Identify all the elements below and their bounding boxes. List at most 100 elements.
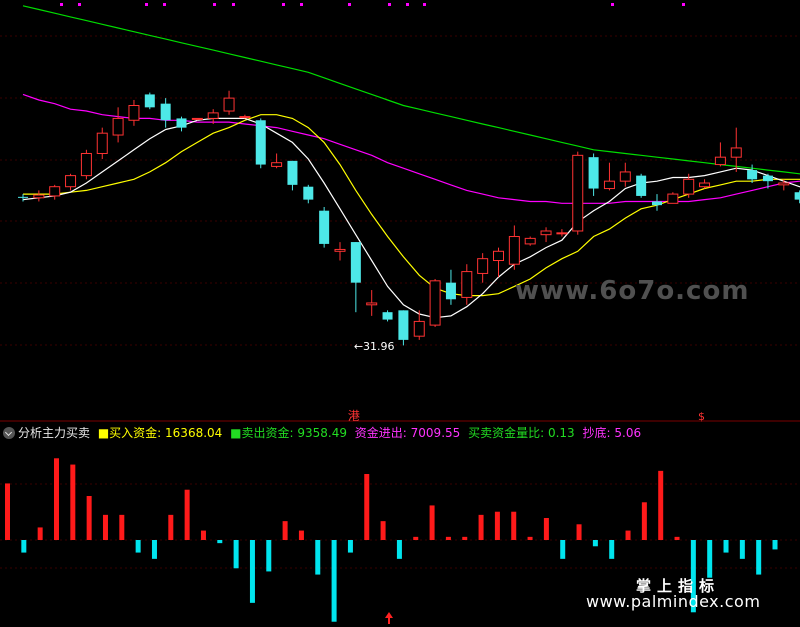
flow-bar — [674, 536, 680, 540]
legend-fund-flow: 资金进出: 7009.55 — [354, 426, 461, 440]
flow-bar — [445, 536, 451, 540]
flow-bar — [641, 502, 647, 540]
flow-bar — [282, 521, 288, 540]
flow-bar — [543, 518, 549, 540]
collapse-chevron-icon[interactable] — [3, 427, 15, 439]
candle-body — [49, 186, 61, 197]
up-arrow-icon — [385, 612, 393, 624]
candle-body — [730, 147, 742, 158]
watermark-6o7o: www.6o7o.com — [515, 276, 750, 306]
flow-bar — [739, 540, 745, 559]
signal-dot — [611, 3, 614, 6]
flow-bar — [37, 527, 43, 540]
flow-bar — [576, 524, 582, 540]
flow-bar — [413, 536, 419, 540]
flow-bar — [298, 530, 304, 540]
signal-dot — [282, 3, 285, 6]
flow-bar — [21, 540, 27, 553]
flow-bar — [53, 458, 59, 540]
flow-bar — [772, 540, 778, 550]
candle-body — [350, 242, 361, 283]
candle-body — [445, 282, 456, 300]
candle-body — [319, 210, 330, 244]
flow-bar — [494, 511, 500, 540]
legend-bottom-fishing: 抄底: 5.06 — [582, 426, 642, 440]
candle-body — [540, 230, 552, 236]
chart-canvas: ←31.96 港 $ — [0, 3, 800, 624]
candle-body — [128, 105, 140, 121]
signal-dot — [163, 3, 166, 6]
candle-body — [334, 248, 346, 252]
candle-body — [667, 193, 679, 204]
candle-body — [762, 175, 773, 182]
flow-bar — [478, 514, 484, 540]
candle-body — [65, 175, 77, 188]
candle-body — [477, 258, 489, 274]
flow-bar — [380, 521, 386, 540]
flow-bar — [184, 489, 190, 540]
marker-dollar: $ — [698, 410, 705, 423]
candle-body — [493, 250, 504, 262]
flow-bar — [723, 540, 729, 553]
candle-body — [778, 182, 790, 186]
signal-dot — [213, 3, 216, 6]
signal-dot — [423, 3, 426, 6]
candle-body — [556, 232, 568, 235]
legend-buy-funds: ■买入资金: 16368.04 — [97, 426, 223, 440]
signal-dot — [682, 3, 685, 6]
candle-body — [239, 116, 251, 119]
candle-body — [572, 154, 584, 232]
candle-body — [747, 170, 758, 180]
moving-average-lines — [22, 5, 800, 319]
flow-bar — [135, 540, 141, 553]
flow-bar — [217, 540, 223, 544]
candle-body — [508, 236, 520, 265]
candle-body — [207, 112, 219, 119]
signal-dot — [78, 3, 81, 6]
flow-bar — [86, 496, 92, 540]
flow-bar — [5, 483, 10, 540]
watermark-palmindex: www.palmindex.com — [586, 592, 761, 611]
candle-body — [603, 180, 615, 190]
flow-bar — [609, 540, 615, 559]
marker-gang: 港 — [348, 409, 360, 423]
candle-body — [144, 94, 155, 108]
flow-bar — [527, 536, 533, 540]
legend-buy-sell-ratio: 买卖资金量比: 0.13 — [468, 426, 575, 440]
signal-dot — [300, 3, 303, 6]
candle-body — [794, 192, 800, 200]
indicator-header: 分析主力买卖 ■买入资金: 16368.04 ■卖出资金: 9358.49 资金… — [0, 424, 800, 442]
flow-bar — [511, 511, 517, 540]
candle-body — [398, 310, 409, 340]
candle-body — [160, 103, 171, 121]
candle-body — [382, 312, 393, 320]
flow-bar — [658, 470, 664, 540]
flow-bar — [396, 540, 402, 559]
flow-bar — [102, 514, 108, 540]
candle-body — [223, 97, 235, 112]
ma-yellow-line — [23, 114, 800, 297]
signal-dot — [388, 3, 391, 6]
candle-body — [699, 182, 711, 188]
candle-body — [96, 132, 108, 154]
flow-bar — [592, 540, 598, 547]
legend-sell-funds: ■卖出资金: 9358.49 — [230, 426, 347, 440]
flow-bar — [462, 536, 468, 540]
candle-body — [18, 196, 28, 198]
flow-bar — [70, 464, 76, 540]
flow-bar — [119, 514, 125, 540]
signal-dot — [60, 3, 63, 6]
flow-bar — [315, 540, 321, 575]
candle-body — [429, 280, 441, 326]
signal-dot — [406, 3, 409, 6]
candle-body — [255, 120, 266, 165]
candle-body — [33, 194, 45, 199]
candle-body — [112, 117, 124, 136]
candle-body — [366, 302, 378, 306]
flow-bar — [347, 540, 353, 553]
signal-dot — [348, 3, 351, 6]
flow-bar — [266, 540, 272, 572]
flow-bar — [560, 540, 566, 559]
candle-body — [524, 237, 536, 245]
flow-bar — [249, 540, 255, 603]
